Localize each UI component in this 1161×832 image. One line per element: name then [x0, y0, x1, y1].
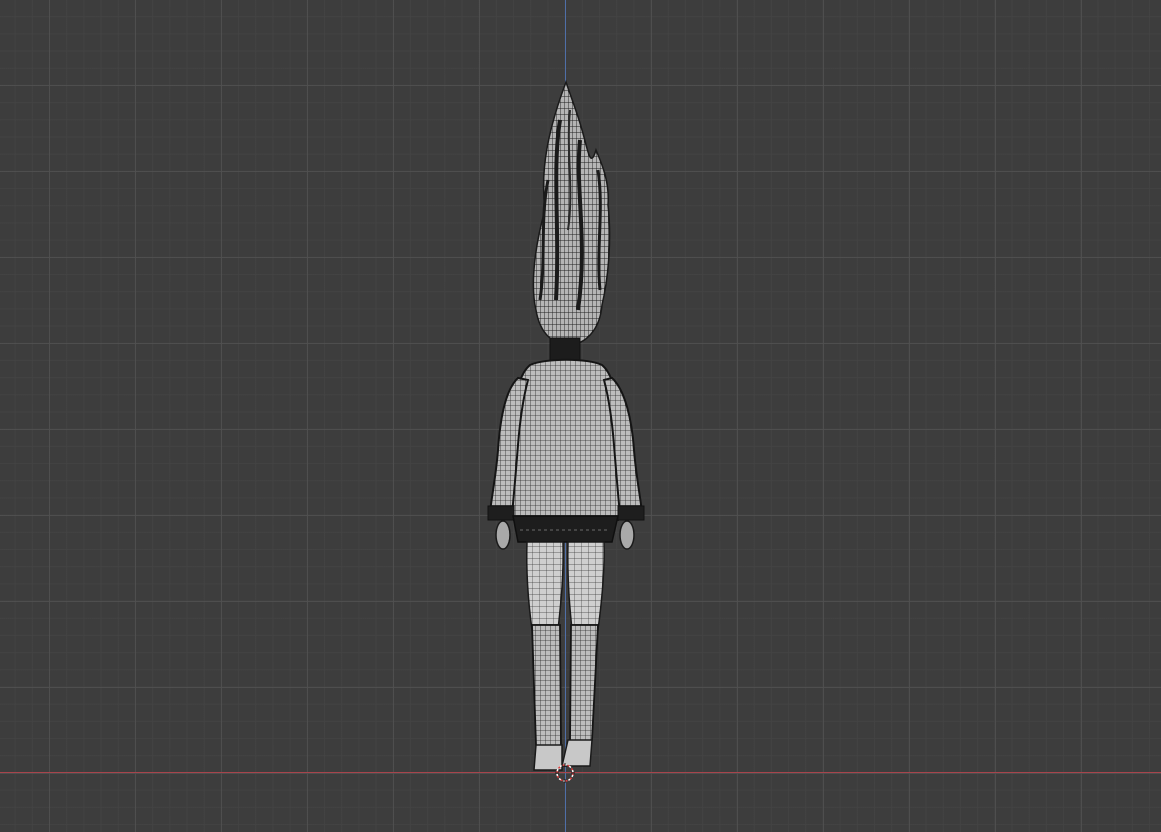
- character-mesh[interactable]: [0, 0, 1161, 832]
- neck-mesh: [549, 337, 581, 361]
- 3d-cursor-icon[interactable]: [555, 763, 575, 783]
- hair-mesh: [532, 79, 611, 346]
- legs-mesh: [526, 541, 605, 631]
- skirt-mesh: [512, 515, 619, 543]
- boots-mesh: [531, 624, 599, 771]
- 3d-viewport[interactable]: [0, 0, 1161, 832]
